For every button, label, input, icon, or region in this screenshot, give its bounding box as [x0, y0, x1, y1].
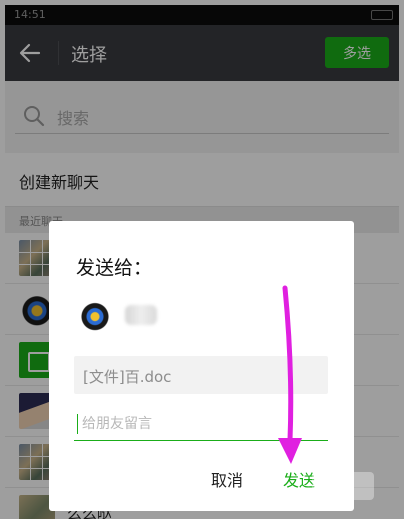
send-to-dialog: 发送给： [文件]百.doc 取消 发送 [49, 221, 354, 511]
file-name: [文件]百.doc [83, 368, 172, 386]
send-button[interactable]: 发送 [283, 467, 315, 491]
cancel-button[interactable]: 取消 [211, 467, 243, 491]
recipient-name-blurred [125, 305, 157, 325]
file-preview: [文件]百.doc [74, 356, 328, 394]
watermark [312, 472, 374, 500]
dialog-title: 发送给： [76, 257, 153, 279]
text-cursor [77, 414, 78, 434]
recipient-avatar [79, 299, 111, 331]
message-input[interactable] [82, 412, 322, 436]
message-field[interactable] [74, 409, 328, 441]
